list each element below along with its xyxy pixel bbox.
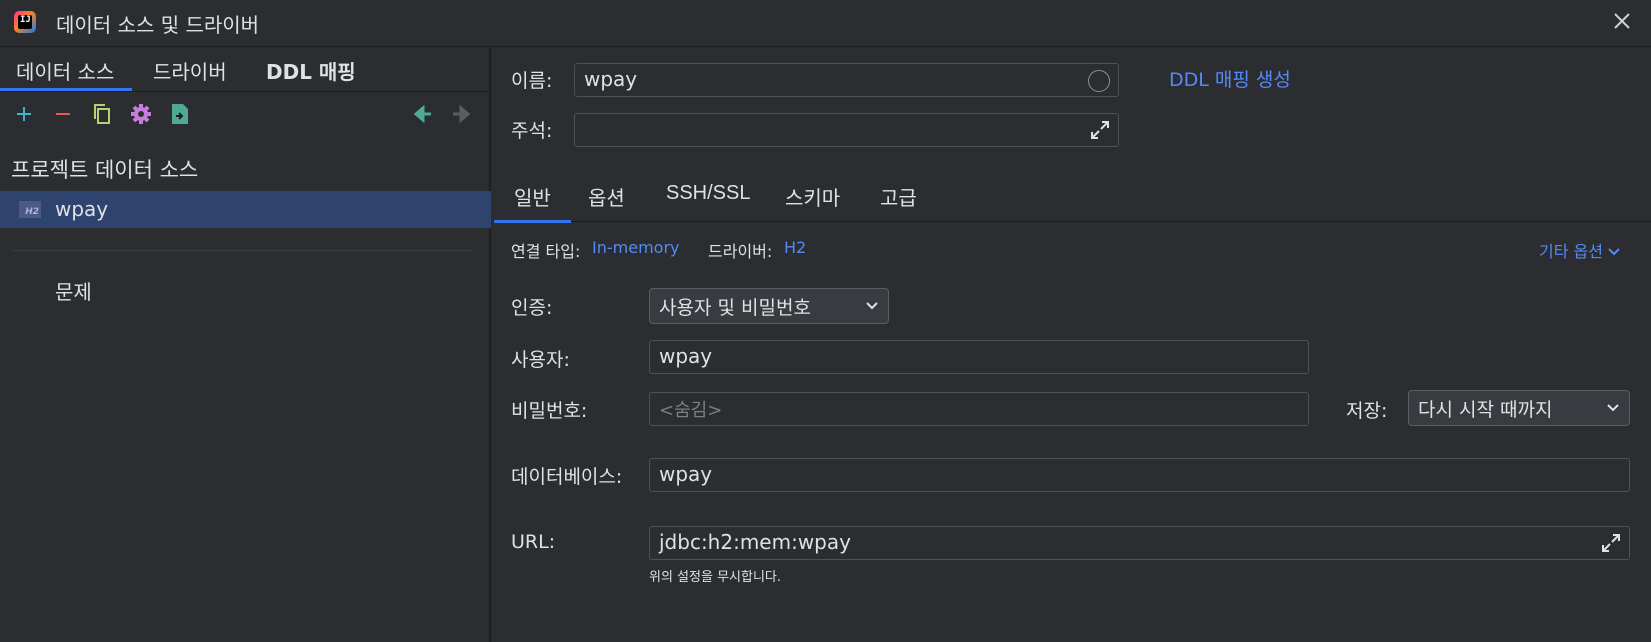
password-placeholder: <숨김>: [659, 400, 723, 421]
comment-label: 주석:: [511, 120, 553, 142]
connection-type-label: 연결 타입:: [511, 242, 581, 261]
duplicate-button[interactable]: [88, 100, 116, 128]
more-options-link[interactable]: 기타 옵션: [1539, 238, 1620, 262]
user-input[interactable]: wpay: [649, 340, 1309, 374]
title-bar: IJ 데이터 소스 및 드라이버: [0, 0, 1651, 47]
expand-icon[interactable]: [1601, 533, 1621, 553]
copy-icon: [94, 104, 110, 124]
name-input[interactable]: wpay: [574, 63, 1119, 97]
driver-link[interactable]: H2: [784, 238, 806, 257]
window-title: 데이터 소스 및 드라이버: [56, 13, 260, 37]
password-label: 비밀번호:: [511, 400, 588, 422]
main-tabs: 일반 옵션 SSH/SSL 스키마 고급: [493, 172, 1651, 223]
save-dropdown[interactable]: 다시 시작 때까지: [1408, 390, 1630, 426]
database-label: 데이터베이스:: [511, 466, 623, 488]
project-data-sources-heading: 프로젝트 데이터 소스: [11, 158, 199, 182]
auth-dropdown[interactable]: 사용자 및 비밀번호: [649, 288, 889, 324]
back-button[interactable]: [409, 100, 437, 128]
export-button[interactable]: [166, 100, 194, 128]
forward-button[interactable]: [447, 100, 475, 128]
url-hint: 위의 설정을 무시합니다.: [649, 570, 781, 585]
divider: [12, 250, 472, 251]
tab-general[interactable]: 일반: [494, 182, 571, 223]
remove-button[interactable]: [49, 100, 77, 128]
tab-options[interactable]: 옵션: [588, 182, 625, 211]
auth-value: 사용자 및 비밀번호: [659, 297, 811, 319]
name-value: wpay: [584, 67, 638, 91]
tab-data-sources[interactable]: 데이터 소스: [0, 56, 133, 91]
user-label: 사용자:: [511, 349, 570, 371]
left-toolbar: [0, 100, 491, 136]
color-circle-icon[interactable]: [1088, 70, 1110, 92]
tab-drivers[interactable]: 드라이버: [153, 56, 227, 85]
more-options-label: 기타 옵션: [1539, 242, 1603, 261]
expand-icon[interactable]: [1090, 120, 1110, 140]
driver-label: 드라이버:: [708, 242, 773, 261]
comment-input[interactable]: [574, 113, 1119, 147]
data-source-item-wpay[interactable]: H2 wpay: [0, 191, 491, 228]
left-tabs: 데이터 소스 드라이버 DDL 매핑: [0, 48, 491, 92]
url-input[interactable]: jdbc:h2:mem:wpay: [649, 526, 1630, 560]
connection-type-link[interactable]: In-memory: [592, 238, 679, 257]
back-arrow-icon: [413, 105, 431, 123]
url-label: URL:: [511, 531, 556, 553]
tab-ssh-ssl[interactable]: SSH/SSL: [666, 182, 750, 205]
tab-schemas[interactable]: 스키마: [785, 182, 840, 211]
ddl-mapping-link[interactable]: DDL 매핑 생성: [1169, 65, 1291, 92]
remove-icon: [56, 113, 70, 115]
right-pane: 이름: wpay DDL 매핑 생성 주석: 일반 옵션 SSH/SSL 스키마…: [493, 48, 1651, 642]
add-button[interactable]: [10, 100, 38, 128]
chevron-down-icon: [1608, 248, 1620, 256]
data-source-label: wpay: [55, 197, 109, 221]
forward-arrow-icon: [453, 105, 471, 123]
save-value: 다시 시작 때까지: [1418, 399, 1553, 421]
add-icon: [17, 107, 31, 121]
problems-item[interactable]: 문제: [55, 276, 92, 305]
name-label: 이름:: [511, 70, 553, 92]
url-value: jdbc:h2:mem:wpay: [659, 530, 851, 554]
auth-label: 인증:: [511, 297, 553, 319]
database-value: wpay: [659, 462, 713, 486]
left-pane: 데이터 소스 드라이버 DDL 매핑 프로젝트 데이터 소스 H2 wpay 문…: [0, 48, 491, 642]
save-label: 저장:: [1346, 400, 1388, 422]
close-button[interactable]: [1613, 8, 1631, 36]
password-input[interactable]: <숨김>: [649, 392, 1309, 426]
export-icon: [172, 104, 188, 124]
gear-icon: [131, 104, 151, 124]
database-input[interactable]: wpay: [649, 458, 1630, 492]
close-icon: [1614, 13, 1630, 29]
settings-button[interactable]: [127, 100, 155, 128]
chevron-down-icon: [866, 302, 878, 310]
h2-database-icon: H2: [19, 201, 41, 218]
tab-advanced[interactable]: 고급: [880, 182, 917, 211]
user-value: wpay: [659, 344, 713, 368]
chevron-down-icon: [1607, 404, 1619, 412]
tab-ddl-mapping[interactable]: DDL 매핑: [266, 56, 356, 85]
intellij-app-icon: IJ: [14, 11, 36, 33]
